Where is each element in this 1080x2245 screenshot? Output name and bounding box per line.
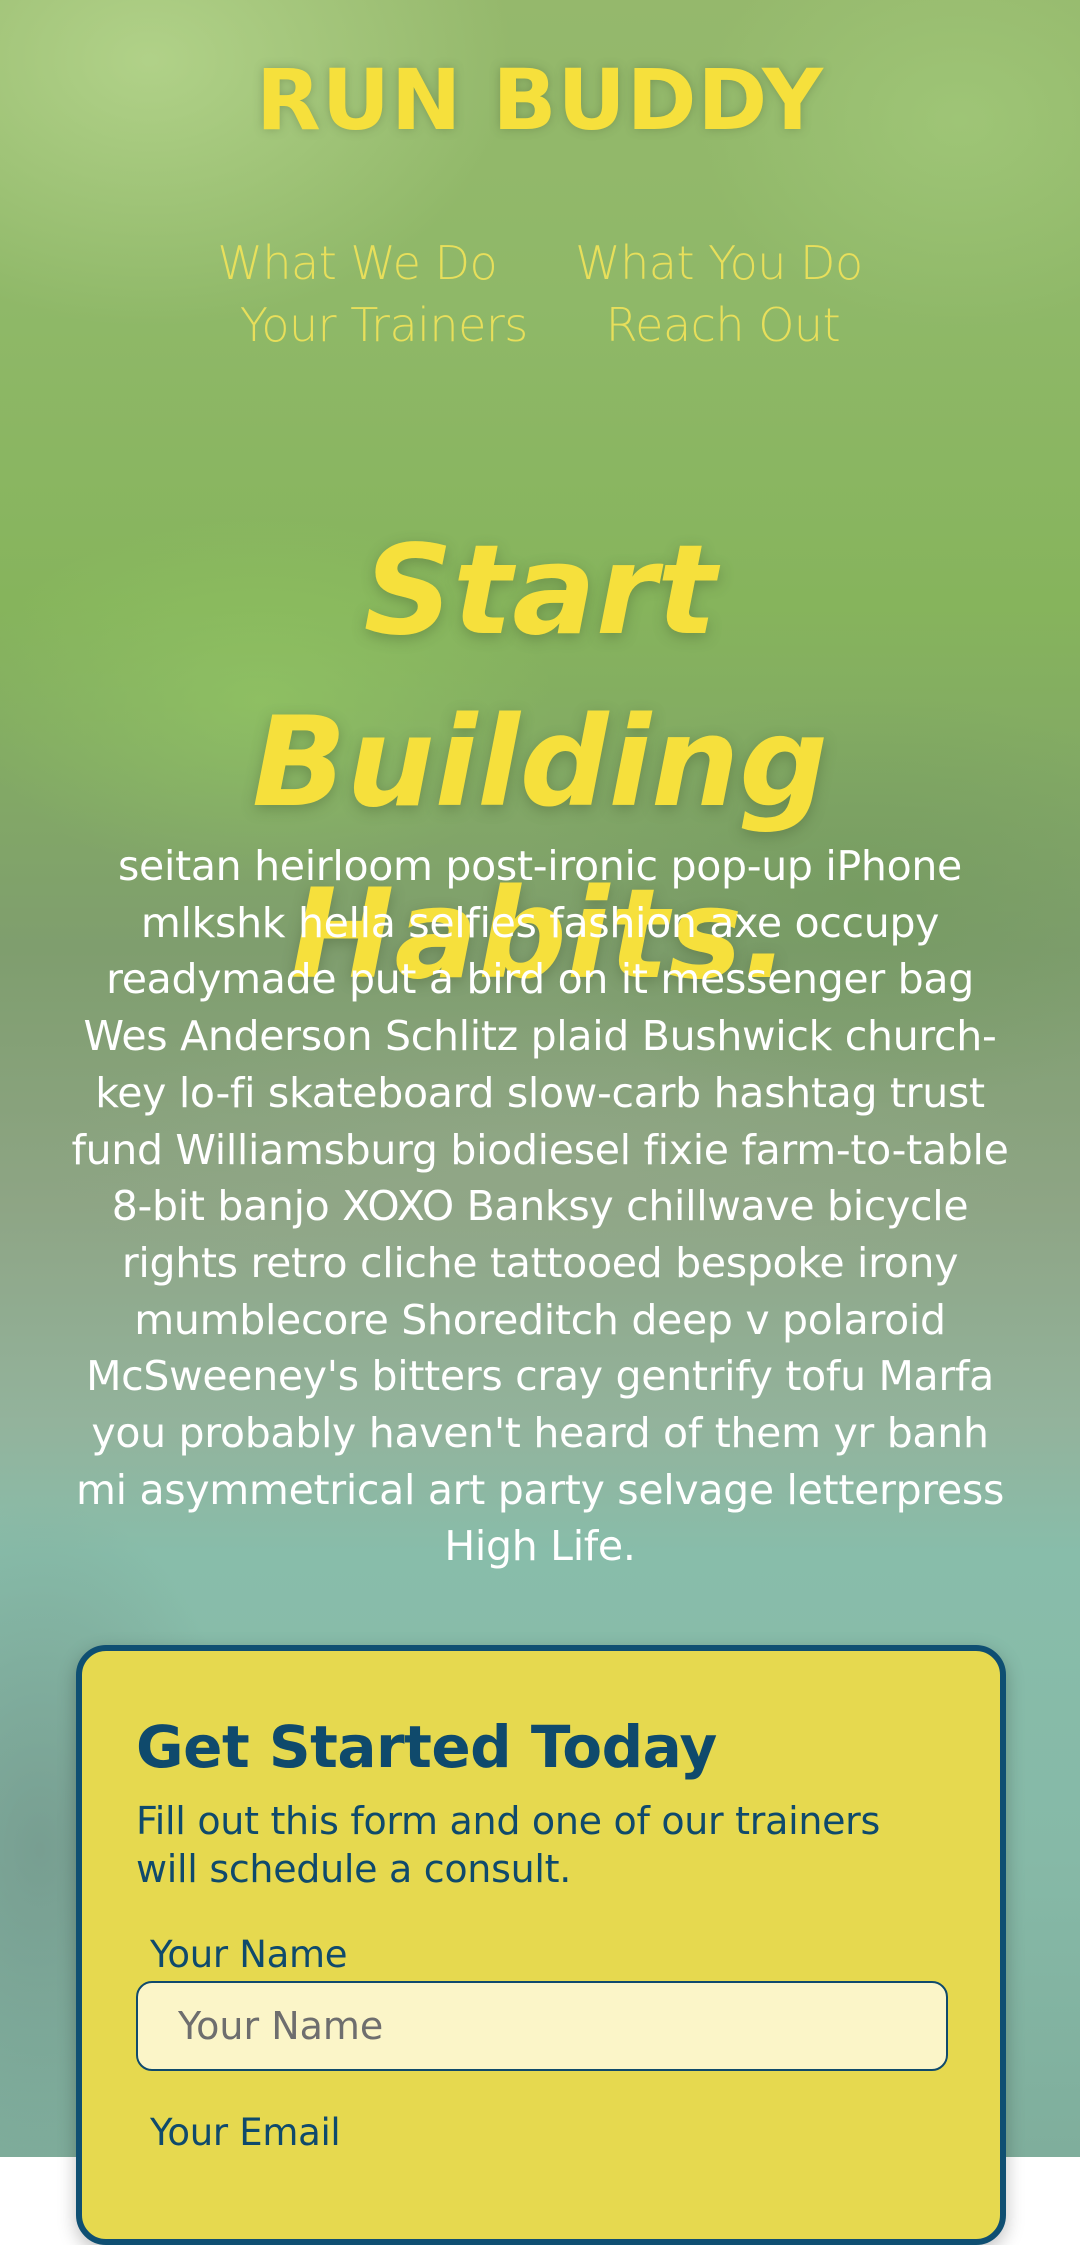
hero-title-line-1: Start Building xyxy=(251,519,829,835)
nav-link-what-we-do[interactable]: What We Do xyxy=(217,232,497,294)
nav-link-your-trainers[interactable]: Your Trainers xyxy=(240,294,528,356)
nav-row-1: What We Do What You Do xyxy=(180,232,900,294)
nav-row-2: Your Trainers Reach Out xyxy=(180,294,900,356)
brand-logo[interactable]: RUN BUDDY xyxy=(0,58,1080,142)
nav-link-what-you-do[interactable]: What You Do xyxy=(575,232,863,294)
name-field-label: Your Name xyxy=(150,1933,348,1976)
email-field-label: Your Email xyxy=(150,2111,341,2154)
main-nav: What We Do What You Do Your Trainers Rea… xyxy=(180,232,900,356)
signup-form-card: Get Started Today Fill out this form and… xyxy=(76,1645,1006,2245)
form-title: Get Started Today xyxy=(136,1713,717,1781)
nav-link-reach-out[interactable]: Reach Out xyxy=(606,294,841,356)
form-subtitle: Fill out this form and one of our traine… xyxy=(136,1799,881,1891)
hero-body-text: seitan heirloom post-ironic pop-up iPhon… xyxy=(71,842,1009,1571)
name-input[interactable] xyxy=(136,1981,948,2071)
